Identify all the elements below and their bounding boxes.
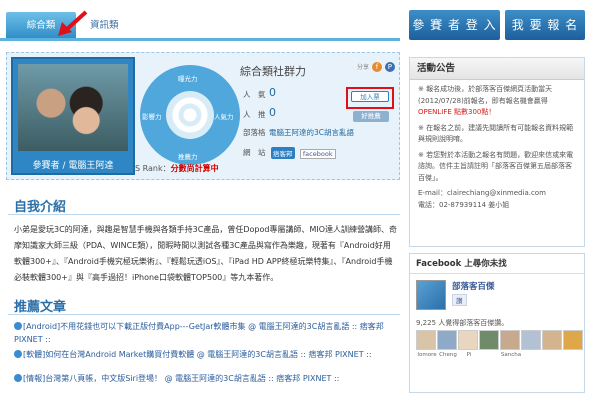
intro-divider <box>8 214 400 215</box>
radar-label-recommend: 推薦力 <box>178 153 198 161</box>
articles-divider <box>8 314 400 315</box>
announcement-heading: 活動公告 <box>410 58 584 80</box>
participant-caption: 參賽者 / 電腦王阿達 <box>32 161 114 171</box>
blog-label: 部落格 <box>243 128 266 137</box>
recommend-row: 人 推 0 <box>243 106 276 120</box>
facebook-heading: Facebook 上尋你未找 <box>410 254 584 274</box>
recommend-friend-button[interactable]: 好推薦 <box>353 111 389 122</box>
recommend-value: 0 <box>269 106 276 119</box>
fan-avatar[interactable] <box>458 330 478 350</box>
popularity-row: 人 氣 0 <box>243 86 276 100</box>
participant-photo <box>18 64 128 151</box>
tab-underline <box>0 38 400 41</box>
blog-link[interactable]: 電腦王阿達的3C胡言亂語 <box>269 127 354 138</box>
s-rank-label: S Rank： <box>135 164 171 173</box>
share-label: 分享 <box>357 64 370 71</box>
fan-avatar[interactable] <box>479 330 499 350</box>
signup-button[interactable]: 我 要 報 名 <box>505 10 585 40</box>
tab-info[interactable]: 資訊類 <box>90 12 130 39</box>
fan-faces: Iomore Cheng Pi Sancha <box>416 330 584 370</box>
announcement-body: ※ 報名成功後，於部落客百傑網頁活動當天(2012/07/28)前報名，即有報名… <box>410 80 584 219</box>
announcement-phone: 電話：02-87939114 姜小姐 <box>418 200 510 209</box>
radar-label-influence: 影響力 <box>142 113 162 121</box>
article-item[interactable]: [軟體]如何在台灣Android Market購買付費軟體 @ 電腦王阿達的3C… <box>14 348 400 361</box>
profile-card: 參賽者 / 電腦王阿達 曝光力 人氣力 推薦力 影響力 綜合類社群力 分享 f … <box>6 52 400 180</box>
blog-row: 部落格 電腦王阿達的3C胡言亂語 <box>243 127 354 138</box>
radar-rings <box>166 91 214 139</box>
popularity-label: 人 氣 <box>243 90 266 99</box>
fan-avatar[interactable] <box>500 330 520 350</box>
site-links: 痞客邦 facebook <box>269 147 336 159</box>
fan-avatar[interactable] <box>563 330 583 350</box>
announcement-p3: ※ 若您對於本活動之報名有問題，歡迎來信或來電諮詢。信件主旨請註明「部落客百傑第… <box>418 150 574 182</box>
participant-login-button[interactable]: 參 賽 者 登 入 <box>409 10 500 40</box>
fan-page-name[interactable]: 部落客百傑 <box>452 280 495 292</box>
s-rank-value: 分數尚計算中 <box>170 164 219 173</box>
announcement-p2: ※ 在報名之前，建議先閱讀所有可能報名資料規範與規則說明唷。 <box>418 123 574 144</box>
fan-avatar[interactable] <box>542 330 562 350</box>
article-link[interactable]: [Android]不用花錢也可以下載正版付費App---GetJar軟體市集 @… <box>14 322 384 344</box>
article-item[interactable]: [情報]台灣第八頁帳，中文版Siri登場！ @ 電腦王阿達的3C胡言亂語 :: … <box>14 372 400 385</box>
announcement-email: E-mail：clairechiang@xinmedia.com <box>418 189 546 197</box>
bullet-icon <box>14 350 22 358</box>
like-count: 9,225 人覺得部落客百傑讚。 <box>416 319 509 327</box>
add-vote-button[interactable]: 加入票 <box>351 91 389 102</box>
article-link[interactable]: [情報]台灣第八頁帳，中文版Siri登場！ @ 電腦王阿達的3C胡言亂語 :: … <box>23 374 339 383</box>
announcement-p1: ※ 報名成功後，於部落客百傑網頁活動當天(2012/07/28)前報名，即有報名… <box>418 84 576 119</box>
announcement-box: 活動公告 ※ 報名成功後，於部落客百傑網頁活動當天(2012/07/28)前報名… <box>409 57 585 247</box>
like-button[interactable]: 讚 <box>452 294 467 306</box>
article-item[interactable]: [Android]不用花錢也可以下載正版付費App---GetJar軟體市集 @… <box>14 320 400 346</box>
fan-name: Cheng <box>439 352 457 358</box>
radar-label-popularity: 人氣力 <box>214 113 234 121</box>
popularity-value: 0 <box>269 86 276 99</box>
fan-name: Pi <box>466 352 472 358</box>
s-rank: S Rank：分數尚計算中 <box>135 163 219 174</box>
fan-avatar[interactable] <box>437 330 457 350</box>
fan-avatar[interactable] <box>521 330 541 350</box>
radar-label-exposure: 曝光力 <box>178 75 198 83</box>
bullet-icon <box>14 374 22 382</box>
community-power-title: 綜合類社群力 <box>240 65 306 78</box>
articles-heading: 推薦文章 <box>14 300 67 315</box>
bullet-icon <box>14 322 22 330</box>
intro-text: 小弟是愛玩3C的阿達，與趣是智慧手機與各類手持3C產品，曾任Dopod專屬講師、… <box>14 225 398 282</box>
announcement-highlight: OPENLIFE 點數300點！ <box>418 108 496 116</box>
fan-name: Sancha <box>500 352 522 358</box>
fan-name: Iomore <box>417 352 437 358</box>
site-label: 網 站 <box>243 148 266 157</box>
facebook-share-icon[interactable]: f <box>371 62 382 72</box>
plurk-share-icon[interactable]: P <box>384 62 395 72</box>
facebook-badge[interactable]: facebook <box>299 149 336 159</box>
facebook-box: Facebook 上尋你未找 部落客百傑 讚 9,225 人覺得部落客百傑讚。 … <box>409 253 585 393</box>
recommend-label: 人 推 <box>243 110 266 119</box>
fan-avatar[interactable] <box>416 330 436 350</box>
article-link[interactable]: [軟體]如何在台灣Android Market購買付費軟體 @ 電腦王阿達的3C… <box>23 350 372 359</box>
intro-heading: 自我介紹 <box>14 200 67 215</box>
participant-photo-frame: 參賽者 / 電腦王阿達 <box>11 57 135 175</box>
share-icons: 分享 f P <box>357 62 395 72</box>
pixnet-badge[interactable]: 痞客邦 <box>271 147 295 159</box>
fan-page-avatar[interactable] <box>416 280 446 310</box>
site-row: 網 站 痞客邦 facebook <box>243 147 336 159</box>
radar-chart: 曝光力 人氣力 推薦力 影響力 <box>140 65 240 165</box>
announcement-p1-text: ※ 報名成功後，於部落客百傑網頁活動當天(2012/07/28)前報名，即有報名… <box>418 85 553 105</box>
red-arrow-annotation <box>58 10 88 36</box>
